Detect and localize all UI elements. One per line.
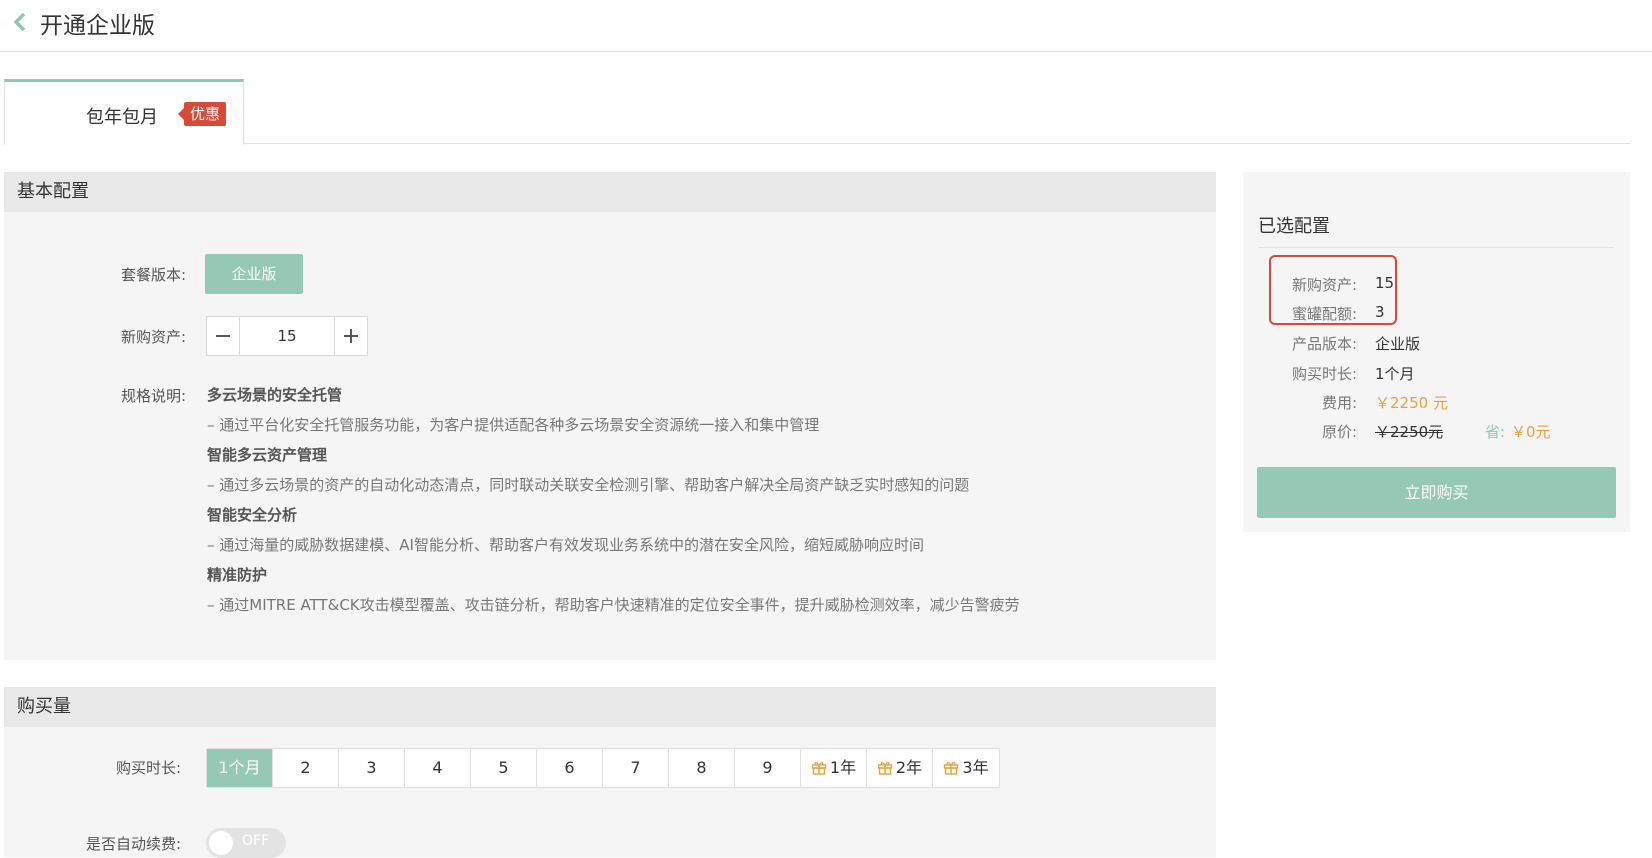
plus-icon	[344, 329, 358, 343]
page-header: 开通企业版	[0, 0, 1652, 52]
gift-icon	[811, 762, 827, 775]
gift-icon	[944, 762, 959, 775]
spec-heading: 精准防护	[207, 566, 268, 584]
duration-option-label: 2年	[895, 758, 923, 777]
duration-option[interactable]: 3年	[933, 749, 999, 787]
spec-desc: – 通过MITRE ATT&CK攻击模型覆盖、攻击链分析，帮助客户快速精准的定位…	[207, 596, 1020, 614]
summary-value: 企业版	[1375, 335, 1421, 353]
selected-config-panel: 已选配置 新购资产: 15 蜜罐配额: 3 产品版本: 企业版 购买时长: 1个…	[1243, 172, 1630, 532]
spec-heading: 智能多云资产管理	[207, 446, 328, 464]
gift-icon	[877, 762, 893, 775]
edition-label: 套餐版本:	[121, 266, 187, 284]
summary-key: 费用:	[1321, 394, 1357, 412]
basic-config-panel: 基本配置 套餐版本: 企业版 新购资产: 15 规格说明: 多云场景的安全托管 …	[4, 172, 1216, 660]
edition-button[interactable]: 企业版	[205, 254, 303, 294]
spec-heading: 智能安全分析	[207, 506, 298, 524]
duration-option-label: 9	[762, 758, 773, 777]
panel-title: 购买量	[4, 687, 1216, 727]
back-arrow-icon[interactable]	[10, 10, 30, 34]
spec-heading: 多云场景的安全托管	[207, 386, 343, 404]
selected-config-title: 已选配置	[1258, 216, 1330, 237]
summary-key: 购买时长:	[1291, 365, 1357, 383]
page-title: 开通企业版	[40, 13, 155, 39]
savings-key: 省:	[1485, 423, 1506, 441]
spec-label: 规格说明:	[121, 387, 187, 405]
duration-option-label: 7	[630, 758, 641, 777]
duration-option-label: 1年	[829, 758, 857, 777]
duration-option-label: 5	[498, 758, 509, 777]
duration-option-label: 3	[366, 758, 377, 777]
spec-desc: – 通过平台化安全托管服务功能，为客户提供适配各种多云场景安全资源统一接入和集中…	[207, 416, 820, 434]
duration-option[interactable]: 2年	[867, 749, 933, 787]
tabs-divider	[4, 143, 1630, 144]
toggle-knob	[209, 831, 233, 855]
duration-selector: 1个月 2 3 4 5 6 7 8 9 1年 2年 3年	[206, 748, 1000, 788]
fee-value: ￥2250 元	[1375, 394, 1448, 412]
plus-button[interactable]	[335, 317, 367, 355]
spec-desc: – 通过海量的威胁数据建模、AI智能分析、帮助客户有效发现业务系统中的潜在安全风…	[207, 536, 924, 554]
duration-option[interactable]: 4	[405, 749, 471, 787]
tab-yearly-monthly[interactable]: 包年包月 优惠	[4, 79, 244, 145]
duration-label: 购买时长:	[116, 759, 182, 777]
summary-value: 1个月	[1375, 365, 1415, 383]
spec-list: 多云场景的安全托管 – 通过平台化安全托管服务功能，为客户提供适配各种多云场景安…	[207, 380, 1020, 620]
duration-option[interactable]: 1年	[801, 749, 867, 787]
duration-option-label: 4	[432, 758, 443, 777]
purchase-panel: 购买量 购买时长: 1个月 2 3 4 5 6 7 8 9 1年 2年 3年 是否自动续费: OFF	[4, 687, 1216, 858]
duration-option-label: 3年	[962, 758, 989, 777]
duration-option[interactable]: 9	[735, 749, 801, 787]
duration-option[interactable]: 5	[471, 749, 537, 787]
tab-label: 包年包月	[86, 107, 158, 128]
summary-key: 产品版本:	[1291, 335, 1357, 353]
original-price-value: ￥2250元	[1375, 423, 1444, 441]
spec-desc: – 通过多云场景的资产的自动化动态清点，同时联动关联安全检测引擎、帮助客户解决全…	[207, 476, 970, 494]
savings-value: ￥0元	[1511, 423, 1551, 441]
auto-renew-toggle[interactable]: OFF	[206, 828, 286, 858]
minus-button[interactable]	[207, 317, 239, 355]
panel-title: 基本配置	[4, 172, 1216, 212]
minus-icon	[216, 335, 230, 337]
duration-option[interactable]: 2	[273, 749, 339, 787]
summary-key: 原价:	[1321, 423, 1357, 441]
duration-option[interactable]: 1个月	[207, 749, 273, 787]
toggle-state: OFF	[242, 833, 270, 849]
discount-badge: 优惠	[177, 102, 227, 126]
duration-option[interactable]: 7	[603, 749, 669, 787]
auto-renew-label: 是否自动续费:	[86, 835, 182, 853]
duration-option-label: 6	[564, 758, 575, 777]
highlight-box	[1269, 255, 1397, 325]
duration-option-label: 2	[300, 758, 311, 777]
buy-now-button[interactable]: 立即购买	[1257, 467, 1616, 518]
duration-option-label: 1个月	[218, 758, 261, 777]
assets-stepper: 15	[206, 316, 368, 356]
duration-option-label: 8	[696, 758, 707, 777]
duration-option[interactable]: 3	[339, 749, 405, 787]
divider	[1258, 247, 1614, 248]
assets-label: 新购资产:	[121, 328, 187, 346]
duration-option[interactable]: 6	[537, 749, 603, 787]
duration-option[interactable]: 8	[669, 749, 735, 787]
assets-quantity-input[interactable]: 15	[239, 317, 335, 355]
